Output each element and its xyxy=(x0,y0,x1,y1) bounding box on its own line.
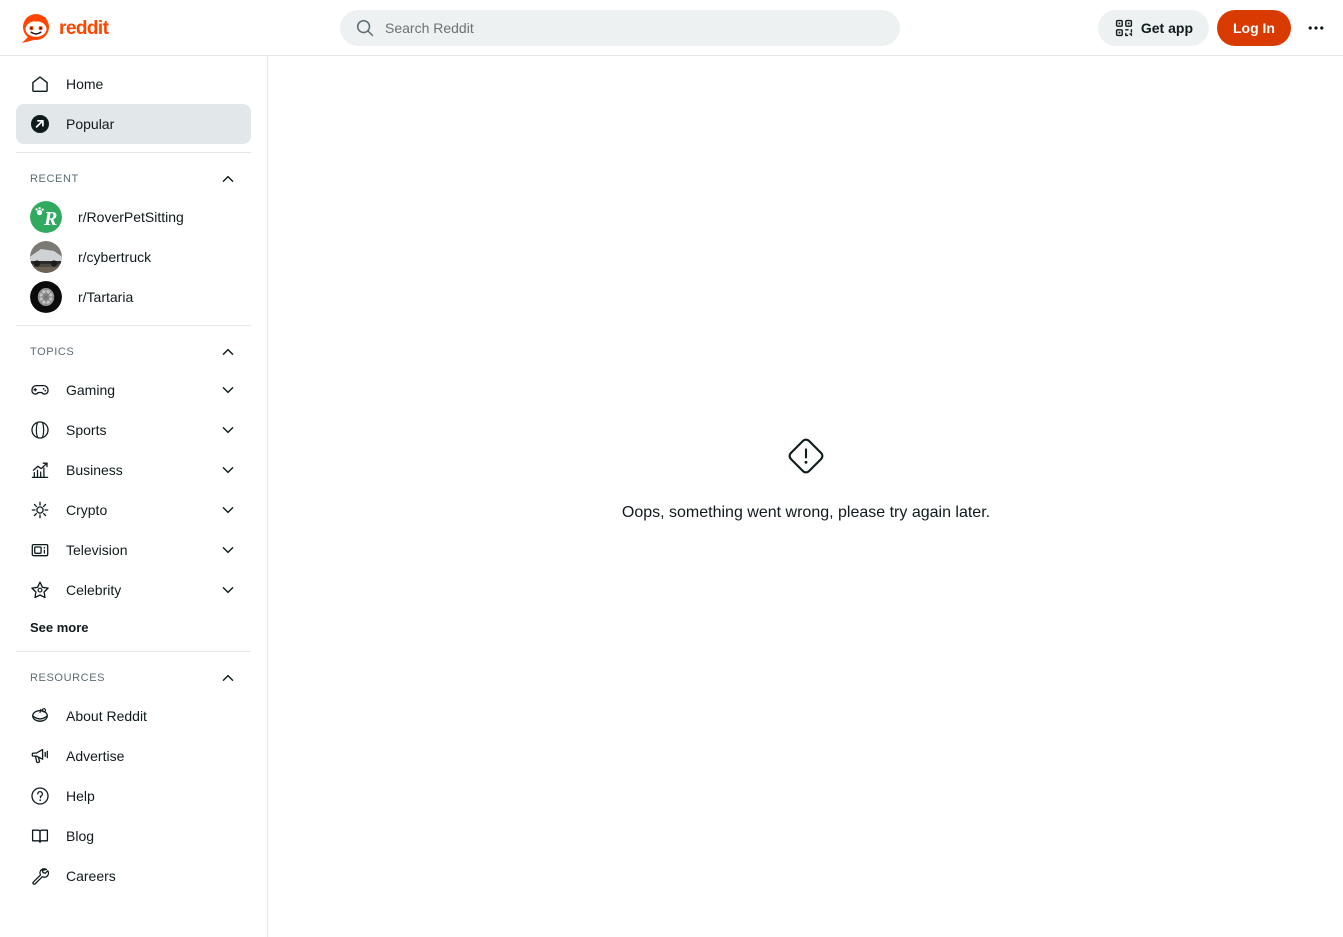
sidebar-item-advertise-label: Advertise xyxy=(66,748,124,764)
sidebar-item-careers[interactable]: Careers xyxy=(16,856,251,896)
sidebar-section-recent-header[interactable]: RECENT xyxy=(16,161,251,197)
sidebar-item-popular-label: Popular xyxy=(66,116,114,132)
subreddit-avatar: R xyxy=(30,201,62,233)
wrench-icon xyxy=(30,866,50,886)
search-bar[interactable] xyxy=(340,10,900,46)
sidebar-item-popular[interactable]: Popular xyxy=(16,104,251,144)
chevron-down-icon xyxy=(219,581,237,599)
chevron-up-icon xyxy=(219,343,237,361)
sidebar-item-blog[interactable]: Blog xyxy=(16,816,251,856)
sidebar-item-television-label: Television xyxy=(66,542,203,558)
qr-code-icon xyxy=(1114,18,1134,38)
sidebar-item-business-label: Business xyxy=(66,462,203,478)
sidebar-item-celebrity-label: Celebrity xyxy=(66,582,203,598)
sidebar-item-r-tartaria-label: r/Tartaria xyxy=(78,289,133,305)
sidebar-divider-3 xyxy=(16,651,251,652)
chevron-up-icon xyxy=(219,170,237,188)
sidebar-item-help-label: Help xyxy=(66,788,95,804)
sidebar-item-r-cybertruck-label: r/cybertruck xyxy=(78,249,151,265)
topics-see-more-button[interactable]: See more xyxy=(16,612,103,643)
reddit-wordmark-icon: reddit xyxy=(59,17,147,39)
reddit-logo-link[interactable]: reddit xyxy=(16,8,151,48)
subreddit-avatar xyxy=(30,281,62,313)
sidebar-item-about-reddit-label: About Reddit xyxy=(66,708,147,724)
sidebar-section-resources-header[interactable]: RESOURCES xyxy=(16,660,251,696)
sidebar-item-business[interactable]: Business xyxy=(16,450,251,490)
main-content-area: Oops, something went wrong, please try a… xyxy=(269,56,1343,937)
sidebar-item-home-label: Home xyxy=(66,76,103,92)
log-in-button[interactable]: Log In xyxy=(1217,10,1291,46)
sidebar-item-crypto[interactable]: Crypto xyxy=(16,490,251,530)
sidebar-item-about-reddit[interactable]: About Reddit xyxy=(16,696,251,736)
header-actions: Get app Log In xyxy=(1098,0,1333,56)
warning-diamond-icon xyxy=(786,436,826,476)
get-app-button[interactable]: Get app xyxy=(1098,10,1209,46)
sidebar-item-sports[interactable]: Sports xyxy=(16,410,251,450)
sidebar-section-recent-title: RECENT xyxy=(30,173,79,185)
sidebar-section-topics-title: TOPICS xyxy=(30,346,74,358)
sidebar-item-gaming[interactable]: Gaming xyxy=(16,370,251,410)
sidebar-item-blog-label: Blog xyxy=(66,828,94,844)
chevron-down-icon xyxy=(219,501,237,519)
sidebar-item-home[interactable]: Home xyxy=(16,64,251,104)
snoo-icon xyxy=(30,706,50,726)
television-icon xyxy=(30,540,50,560)
sidebar-item-gaming-label: Gaming xyxy=(66,382,203,398)
sidebar-item-television[interactable]: Television xyxy=(16,530,251,570)
gamepad-icon xyxy=(30,380,50,400)
subreddit-avatar xyxy=(30,241,62,273)
sidebar-divider-2 xyxy=(16,325,251,326)
sidebar-item-r-roverpetsitting[interactable]: R r/RoverPetSitting xyxy=(16,197,251,237)
error-state: Oops, something went wrong, please try a… xyxy=(269,436,1343,522)
svg-text:reddit: reddit xyxy=(59,17,110,38)
error-message: Oops, something went wrong, please try a… xyxy=(622,504,990,522)
question-circle-icon xyxy=(30,786,50,806)
star-icon xyxy=(30,580,50,600)
header-overflow-menu-button[interactable] xyxy=(1299,11,1333,45)
sidebar-item-crypto-label: Crypto xyxy=(66,502,203,518)
left-sidebar[interactable]: Home Popular RECENT R xyxy=(0,56,268,937)
megaphone-icon xyxy=(30,746,50,766)
chevron-down-icon xyxy=(219,381,237,399)
sidebar-item-careers-label: Careers xyxy=(66,868,116,884)
baseball-icon xyxy=(30,420,50,440)
search-box[interactable] xyxy=(340,10,900,46)
sidebar-item-r-tartaria[interactable]: r/Tartaria xyxy=(16,277,251,317)
sidebar-item-r-cybertruck[interactable]: r/cybertruck xyxy=(16,237,251,277)
sidebar-divider-1 xyxy=(16,152,251,153)
sidebar-item-sports-label: Sports xyxy=(66,422,203,438)
sidebar-section-resources-title: RESOURCES xyxy=(30,672,105,684)
chevron-up-icon xyxy=(219,669,237,687)
search-icon xyxy=(355,18,375,38)
home-icon xyxy=(30,74,50,94)
search-input[interactable] xyxy=(385,20,885,36)
chevron-down-icon xyxy=(219,461,237,479)
get-app-label: Get app xyxy=(1141,20,1193,36)
chevron-down-icon xyxy=(219,421,237,439)
svg-text:R: R xyxy=(43,208,57,230)
top-header-bar: reddit xyxy=(0,0,1343,56)
crypto-icon xyxy=(30,500,50,520)
book-icon xyxy=(30,826,50,846)
reddit-logo-icon xyxy=(20,12,52,44)
chevron-down-icon xyxy=(219,541,237,559)
popular-arrow-icon xyxy=(30,114,50,134)
chart-trend-icon xyxy=(30,460,50,480)
sidebar-section-topics-header[interactable]: TOPICS xyxy=(16,334,251,370)
sidebar-item-celebrity[interactable]: Celebrity xyxy=(16,570,251,610)
sidebar-item-help[interactable]: Help xyxy=(16,776,251,816)
reddit-app-window: reddit xyxy=(0,0,1343,937)
ellipsis-horizontal-icon xyxy=(1306,18,1326,38)
sidebar-item-advertise[interactable]: Advertise xyxy=(16,736,251,776)
sidebar-item-r-roverpetsitting-label: r/RoverPetSitting xyxy=(78,209,184,225)
